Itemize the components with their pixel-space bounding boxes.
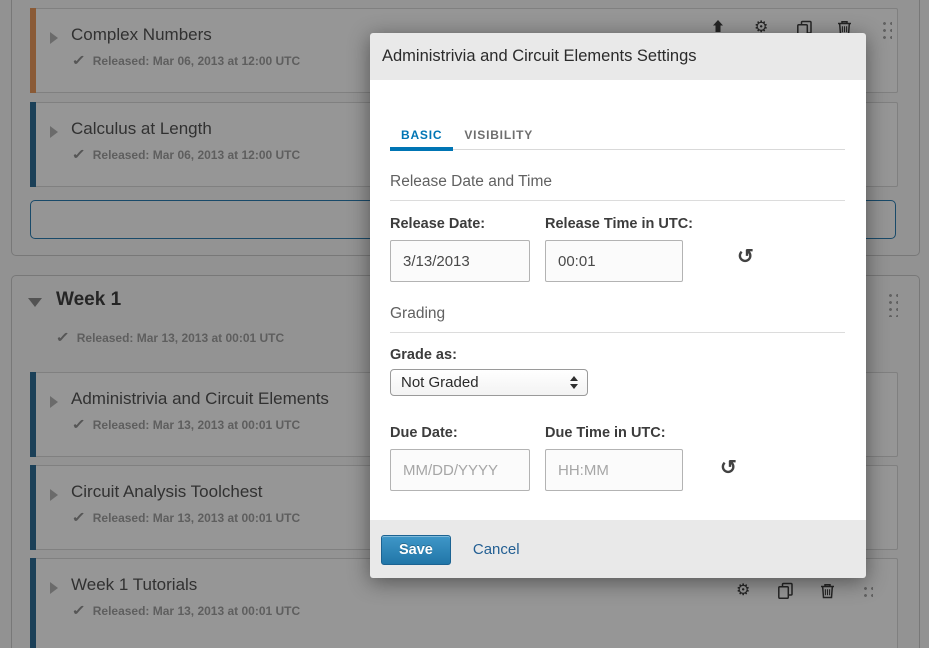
due-date-input[interactable] [390,449,530,491]
due-labels-row: Due Date: Due Time in UTC: [390,424,845,442]
grade-as-label: Grade as: [390,347,457,363]
save-button[interactable]: Save [381,535,451,565]
release-date-label: Release Date: [390,216,485,232]
cancel-button[interactable]: Cancel [473,541,520,558]
tab-visibility[interactable]: VISIBILITY [453,128,544,149]
modal-header: Administrivia and Circuit Elements Setti… [370,33,866,80]
grade-as-row: Grade as: [390,347,845,363]
due-time-input[interactable] [545,449,683,491]
settings-tabs: BASIC VISIBILITY [390,128,845,150]
release-date-input[interactable] [390,240,530,282]
release-time-input[interactable] [545,240,683,282]
course-outline-page: Complex Numbers ✓Released: Mar 06, 2013 … [0,0,929,648]
tab-basic[interactable]: BASIC [390,128,453,151]
release-inputs-row: ↺ [390,240,845,282]
reset-release-icon[interactable]: ↺ [737,247,754,267]
due-time-label: Due Time in UTC: [545,425,666,441]
modal-footer: Save Cancel [370,520,866,578]
due-date-label: Due Date: [390,425,458,441]
modal-title: Administrivia and Circuit Elements Setti… [382,47,697,66]
release-section-heading: Release Date and Time [390,173,845,201]
release-time-label: Release Time in UTC: [545,216,693,232]
due-inputs-row: ↺ [390,449,845,491]
reset-due-icon[interactable]: ↺ [720,458,737,478]
grading-section-heading: Grading [390,305,845,333]
subsection-settings-modal: Administrivia and Circuit Elements Setti… [370,33,866,578]
release-labels-row: Release Date: Release Time in UTC: [390,215,845,233]
grade-select[interactable]: Not Graded [390,369,588,396]
select-spinner-icon [570,376,578,389]
grade-select-value: Not Graded [401,374,479,391]
modal-content: BASIC VISIBILITY Release Date and Time R… [370,80,866,520]
